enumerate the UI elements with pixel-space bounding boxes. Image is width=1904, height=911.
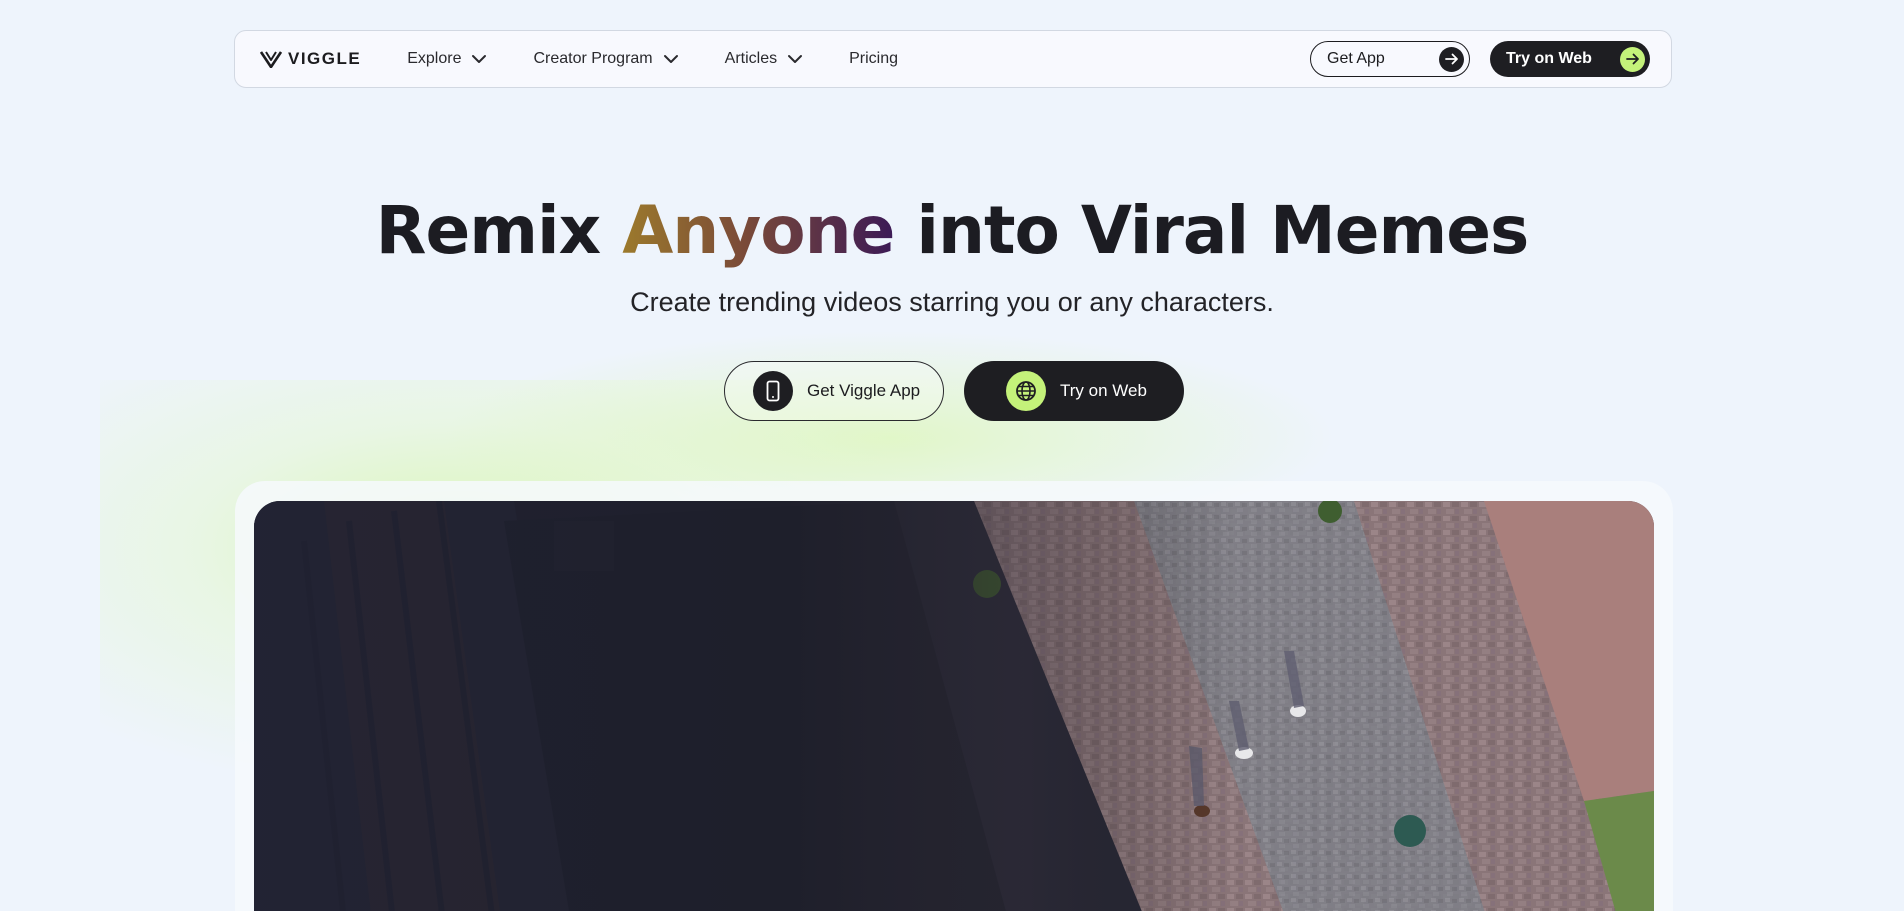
hero-title-after: into Viral Memes: [894, 192, 1529, 269]
try-on-web-nav-button[interactable]: Try on Web: [1490, 41, 1650, 77]
hero-title-accent: Anyone: [622, 192, 895, 269]
hero-title-before: Remix: [375, 192, 623, 269]
hero-video[interactable]: [254, 501, 1654, 911]
nav-item-pricing[interactable]: Pricing: [849, 50, 898, 68]
hero-subtitle: Create trending videos starring you or a…: [630, 287, 1274, 317]
try-on-web-label: Try on Web: [1506, 50, 1592, 67]
nav-links: Explore Creator Program Articles Pricing: [391, 50, 928, 68]
chevron-down-icon: [788, 55, 803, 63]
phone-icon: [753, 371, 793, 411]
arrow-right-icon: [1439, 46, 1464, 72]
arrow-right-icon: [1620, 46, 1645, 72]
nav-item-label: Explore: [407, 50, 462, 67]
chevron-down-icon: [663, 55, 678, 63]
aerial-video-preview: [254, 501, 1654, 911]
get-app-label: Get App: [1327, 50, 1385, 67]
hero-cta-row: Get Viggle App Try on Web: [724, 361, 1184, 421]
nav-item-label: Creator Program: [533, 50, 653, 67]
viggle-logo-icon: [260, 51, 282, 68]
logo-text: VIGGLE: [288, 49, 362, 68]
try-on-web-label: Try on Web: [1060, 381, 1147, 400]
nav-item-label: Pricing: [849, 50, 898, 67]
top-nav: VIGGLE Explore Creator Program Articles …: [234, 30, 1672, 88]
globe-icon: [1006, 371, 1046, 411]
nav-item-explore[interactable]: Explore: [407, 50, 487, 68]
page: VIGGLE Explore Creator Program Articles …: [0, 0, 1904, 911]
get-viggle-app-label: Get Viggle App: [807, 381, 921, 400]
chevron-down-icon: [472, 55, 487, 63]
try-on-web-button[interactable]: Try on Web: [964, 361, 1184, 421]
nav-item-label: Articles: [724, 50, 778, 67]
nav-item-articles[interactable]: Articles: [725, 50, 803, 68]
get-app-button[interactable]: Get App: [1310, 41, 1470, 77]
nav-actions: Get App Try on Web: [1310, 41, 1650, 77]
logo[interactable]: VIGGLE: [260, 49, 361, 69]
nav-item-creator-program[interactable]: Creator Program: [533, 50, 678, 68]
get-viggle-app-button[interactable]: Get Viggle App: [724, 361, 944, 421]
hero-title: Remix Anyone into Viral Memes: [0, 192, 1904, 269]
